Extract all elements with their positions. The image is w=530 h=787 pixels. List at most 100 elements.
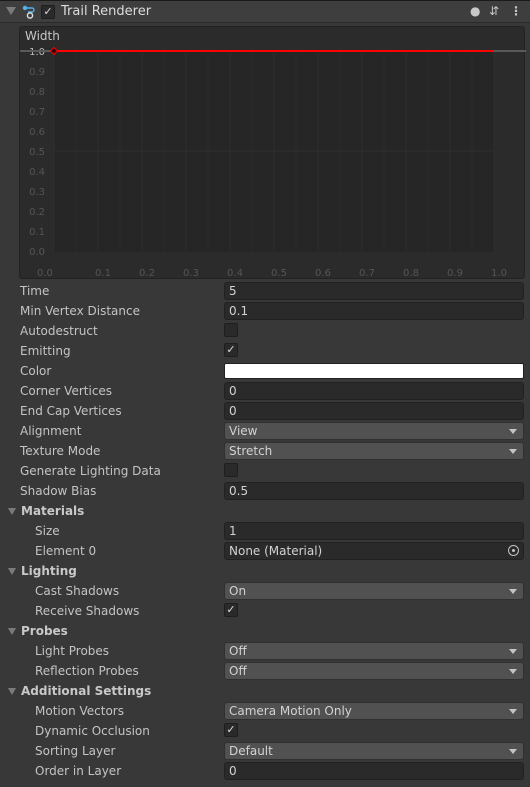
property-row-end-cap-vertices: End Cap Vertices 0	[0, 401, 530, 421]
property-label: Generate Lighting Data	[20, 464, 161, 478]
section-title: Probes	[21, 624, 68, 638]
size-input[interactable]: 1	[224, 522, 524, 540]
end-cap-vertices-input[interactable]: 0	[224, 402, 524, 420]
section-materials[interactable]: Materials	[0, 501, 530, 521]
property-label: Light Probes	[35, 644, 110, 658]
y-tick-label: 0.1	[29, 227, 45, 238]
x-tick-label: 0.2	[139, 268, 155, 279]
time-input[interactable]: 5	[224, 282, 524, 300]
color-color-field[interactable]	[224, 363, 524, 379]
property-label: Autodestruct	[20, 324, 98, 338]
chevron-down-icon	[509, 709, 517, 714]
property-row-element-0: Element 0 None (Material)	[0, 541, 530, 561]
width-curve-editor[interactable]: 1.0 0.9 0.8 0.7 0.6 0.5 0.4 0.3 0.2 0.1 0.0 0.0 0.1 0…	[19, 26, 526, 280]
presets-icon[interactable]: ⇵	[489, 4, 499, 18]
more-menu-icon[interactable]: ⋮	[510, 4, 522, 18]
property-row-shadow-bias: Shadow Bias 0.5	[0, 481, 530, 501]
dropdown-value: Stretch	[229, 444, 273, 458]
chevron-down-icon	[509, 649, 517, 654]
reflection-probes-dropdown[interactable]: Off	[224, 662, 524, 680]
receive-shadows-checkbox[interactable]: ✓	[224, 603, 238, 617]
y-tick-label: 0.2	[29, 207, 45, 218]
x-tick-label: 0.8	[403, 268, 419, 279]
help-icon[interactable]: ●	[470, 4, 480, 18]
y-tick-label: 0.4	[29, 167, 45, 178]
property-row-corner-vertices: Corner Vertices 0	[0, 381, 530, 401]
foldout-arrow-icon[interactable]	[8, 508, 16, 515]
emitting-checkbox[interactable]: ✓	[224, 343, 238, 357]
y-tick-label: 0.8	[29, 87, 45, 98]
property-label: Corner Vertices	[20, 384, 113, 398]
property-label: Reflection Probes	[35, 664, 139, 678]
y-tick-label: 0.0	[29, 247, 45, 258]
section-title: Lighting	[21, 564, 77, 578]
cast-shadows-dropdown[interactable]: On	[224, 582, 524, 600]
foldout-arrow-icon[interactable]	[8, 688, 16, 695]
property-label: Sorting Layer	[35, 744, 116, 758]
generate-lighting-data-checkbox[interactable]	[224, 463, 238, 477]
property-row-motion-vectors: Motion Vectors Camera Motion Only	[0, 701, 530, 721]
section-probes[interactable]: Probes	[0, 621, 530, 641]
trail-renderer-icon	[22, 5, 35, 19]
curve-title: Width	[25, 29, 60, 43]
foldout-arrow-icon[interactable]	[8, 568, 16, 575]
property-row-emitting: Emitting ✓	[0, 341, 530, 361]
x-tick-label: 0.9	[447, 268, 463, 279]
object-picker-icon[interactable]	[508, 545, 519, 556]
motion-vectors-dropdown[interactable]: Camera Motion Only	[224, 702, 524, 720]
chevron-down-icon	[509, 749, 517, 754]
dropdown-value: View	[229, 424, 258, 438]
property-label: Motion Vectors	[35, 704, 124, 718]
component-header: ✓ Trail Renderer ● ⇵ ⋮	[0, 0, 530, 23]
property-row-generate-lighting-data: Generate Lighting Data	[0, 461, 530, 481]
property-label: End Cap Vertices	[20, 404, 122, 418]
corner-vertices-input[interactable]: 0	[224, 382, 524, 400]
width-curve-chart[interactable]: 1.0 0.9 0.8 0.7 0.6 0.5 0.4 0.3 0.2 0.1 0.0 0.0 0.1 0…	[20, 27, 526, 280]
dropdown-value: Default	[229, 744, 273, 758]
y-tick-label: 0.6	[29, 127, 45, 138]
property-label: Time	[20, 284, 50, 298]
y-tick-label: 0.7	[29, 107, 45, 118]
property-label: Order in Layer	[35, 764, 122, 778]
section-title: Materials	[21, 504, 85, 518]
property-row-reflection-probes: Reflection Probes Off	[0, 661, 530, 681]
section-lighting[interactable]: Lighting	[0, 561, 530, 581]
dynamic-occlusion-checkbox[interactable]: ✓	[224, 723, 238, 737]
component-title: Trail Renderer	[61, 4, 152, 19]
autodestruct-checkbox[interactable]	[224, 323, 238, 337]
property-label: Color	[20, 364, 52, 378]
foldout-arrow-icon[interactable]	[8, 628, 16, 635]
texture-mode-dropdown[interactable]: Stretch	[224, 442, 524, 460]
sorting-layer-dropdown[interactable]: Default	[224, 742, 524, 760]
x-tick-label: 0.4	[227, 268, 243, 279]
foldout-arrow-icon[interactable]	[6, 7, 16, 15]
y-tick-label: 0.9	[29, 67, 45, 78]
property-label: Cast Shadows	[35, 584, 120, 598]
chevron-down-icon	[509, 449, 517, 454]
x-tick-label: 0.5	[271, 268, 287, 279]
x-tick-label: 0.0	[37, 268, 53, 279]
property-row-order-in-layer: Order in Layer 0	[0, 761, 530, 781]
x-tick-label: 0.7	[359, 268, 375, 279]
dropdown-value: Off	[229, 644, 247, 658]
section-additional-settings[interactable]: Additional Settings	[0, 681, 530, 701]
property-row-dynamic-occlusion: Dynamic Occlusion ✓	[0, 721, 530, 741]
x-tick-label: 0.3	[183, 268, 199, 279]
x-tick-label: 0.1	[95, 268, 111, 279]
property-row-light-probes: Light Probes Off	[0, 641, 530, 661]
chevron-down-icon	[509, 429, 517, 434]
min-vertex-distance-input[interactable]: 0.1	[224, 302, 524, 320]
property-label: Alignment	[20, 424, 82, 438]
alignment-dropdown[interactable]: View	[224, 422, 524, 440]
property-row-autodestruct: Autodestruct	[0, 321, 530, 341]
property-row-cast-shadows: Cast Shadows On	[0, 581, 530, 601]
light-probes-dropdown[interactable]: Off	[224, 642, 524, 660]
element-0-object-field[interactable]: None (Material)	[224, 542, 524, 560]
property-row-alignment: Alignment View	[0, 421, 530, 441]
order-in-layer-input[interactable]: 0	[224, 762, 524, 780]
property-row-sorting-layer: Sorting Layer Default	[0, 741, 530, 761]
shadow-bias-input[interactable]: 0.5	[224, 482, 524, 500]
component-enabled-checkbox[interactable]: ✓	[41, 5, 55, 19]
y-tick-label: 1.0	[29, 47, 45, 58]
chevron-down-icon	[509, 589, 517, 594]
